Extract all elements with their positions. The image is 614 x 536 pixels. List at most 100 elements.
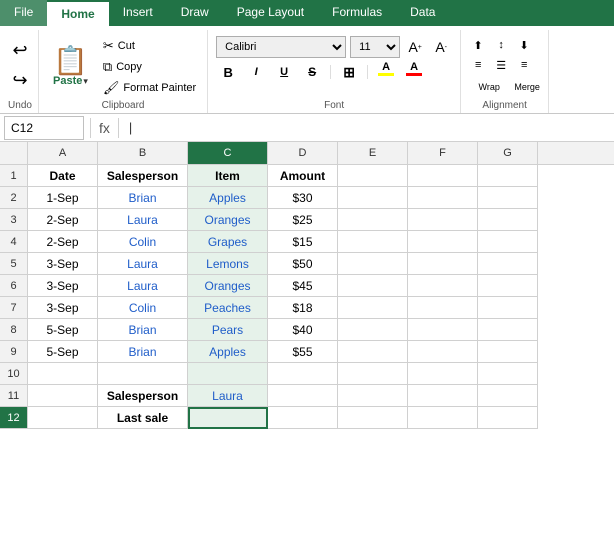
- cell-d11[interactable]: [268, 385, 338, 407]
- tab-home[interactable]: Home: [47, 0, 108, 26]
- row-header-3[interactable]: 3: [0, 209, 28, 231]
- font-name-select[interactable]: Calibri: [216, 36, 346, 58]
- cell-c10[interactable]: [188, 363, 268, 385]
- cell-f9[interactable]: [408, 341, 478, 363]
- paste-button[interactable]: 📋 Paste ▾: [47, 43, 94, 91]
- cell-a1[interactable]: Date: [28, 165, 98, 187]
- cell-c9[interactable]: Apples: [188, 341, 268, 363]
- undo-button[interactable]: ↩: [6, 36, 34, 64]
- cell-e4[interactable]: [338, 231, 408, 253]
- cell-c6[interactable]: Oranges: [188, 275, 268, 297]
- cell-b3[interactable]: Laura: [98, 209, 188, 231]
- cell-c11[interactable]: Laura: [188, 385, 268, 407]
- cut-button[interactable]: ✂ Cut: [100, 36, 199, 56]
- cell-a2[interactable]: 1-Sep: [28, 187, 98, 209]
- tab-formulas[interactable]: Formulas: [318, 0, 396, 26]
- align-middle-button[interactable]: ↕: [490, 36, 512, 54]
- cell-g9[interactable]: [478, 341, 538, 363]
- cell-g2[interactable]: [478, 187, 538, 209]
- cell-e6[interactable]: [338, 275, 408, 297]
- cell-g8[interactable]: [478, 319, 538, 341]
- col-header-f[interactable]: F: [408, 142, 478, 164]
- tab-insert[interactable]: Insert: [109, 0, 167, 26]
- col-header-c[interactable]: C: [188, 142, 268, 164]
- cell-c5[interactable]: Lemons: [188, 253, 268, 275]
- font-shrink-button[interactable]: A-: [430, 36, 452, 58]
- italic-button[interactable]: I: [244, 61, 268, 83]
- formula-input[interactable]: [140, 116, 614, 140]
- name-box[interactable]: C12: [4, 116, 84, 140]
- cell-c2[interactable]: Apples: [188, 187, 268, 209]
- cell-a11[interactable]: [28, 385, 98, 407]
- align-left-button[interactable]: ≡: [467, 56, 489, 74]
- cell-a3[interactable]: 2-Sep: [28, 209, 98, 231]
- cell-c1[interactable]: Item: [188, 165, 268, 187]
- format-painter-button[interactable]: 🖌 Format Painter: [100, 78, 199, 98]
- cell-b6[interactable]: Laura: [98, 275, 188, 297]
- cell-f2[interactable]: [408, 187, 478, 209]
- tab-page-layout[interactable]: Page Layout: [223, 0, 318, 26]
- cell-a5[interactable]: 3-Sep: [28, 253, 98, 275]
- highlight-color-button[interactable]: A: [374, 61, 398, 83]
- cell-g11[interactable]: [478, 385, 538, 407]
- underline-button[interactable]: U: [272, 61, 296, 83]
- cell-e5[interactable]: [338, 253, 408, 275]
- row-header-6[interactable]: 6: [0, 275, 28, 297]
- cell-f3[interactable]: [408, 209, 478, 231]
- fx-button[interactable]: fx: [93, 120, 116, 136]
- cell-g4[interactable]: [478, 231, 538, 253]
- cell-a9[interactable]: 5-Sep: [28, 341, 98, 363]
- align-bottom-button[interactable]: ⬇: [513, 36, 535, 54]
- row-header-11[interactable]: 11: [0, 385, 28, 407]
- cell-b9[interactable]: Brian: [98, 341, 188, 363]
- align-right-button[interactable]: ≡: [513, 56, 535, 74]
- row-header-7[interactable]: 7: [0, 297, 28, 319]
- cell-e12[interactable]: [338, 407, 408, 429]
- cell-d2[interactable]: $30: [268, 187, 338, 209]
- tab-file[interactable]: File: [0, 0, 47, 26]
- align-center-button[interactable]: ☰: [490, 56, 512, 74]
- cell-b7[interactable]: Colin: [98, 297, 188, 319]
- wrap-text-button[interactable]: Wrap: [467, 78, 511, 96]
- cell-f10[interactable]: [408, 363, 478, 385]
- copy-button[interactable]: ⧉ Copy: [100, 57, 199, 77]
- cell-a12[interactable]: [28, 407, 98, 429]
- cell-b5[interactable]: Laura: [98, 253, 188, 275]
- col-header-b[interactable]: B: [98, 142, 188, 164]
- cell-a7[interactable]: 3-Sep: [28, 297, 98, 319]
- cell-d5[interactable]: $50: [268, 253, 338, 275]
- cell-e8[interactable]: [338, 319, 408, 341]
- redo-button[interactable]: ↪: [6, 66, 34, 94]
- cell-f1[interactable]: [408, 165, 478, 187]
- cell-g3[interactable]: [478, 209, 538, 231]
- cell-e10[interactable]: [338, 363, 408, 385]
- merge-button[interactable]: Merge: [512, 78, 542, 96]
- cell-b10[interactable]: [98, 363, 188, 385]
- row-header-4[interactable]: 4: [0, 231, 28, 253]
- cell-d10[interactable]: [268, 363, 338, 385]
- cell-g6[interactable]: [478, 275, 538, 297]
- cell-e3[interactable]: [338, 209, 408, 231]
- cell-e1[interactable]: [338, 165, 408, 187]
- cell-a4[interactable]: 2-Sep: [28, 231, 98, 253]
- font-color-button[interactable]: A: [402, 61, 426, 83]
- row-header-1[interactable]: 1: [0, 165, 28, 187]
- row-header-2[interactable]: 2: [0, 187, 28, 209]
- cell-d4[interactable]: $15: [268, 231, 338, 253]
- cell-a10[interactable]: [28, 363, 98, 385]
- cell-d8[interactable]: $40: [268, 319, 338, 341]
- cell-b4[interactable]: Colin: [98, 231, 188, 253]
- cell-c7[interactable]: Peaches: [188, 297, 268, 319]
- cell-g10[interactable]: [478, 363, 538, 385]
- cell-c4[interactable]: Grapes: [188, 231, 268, 253]
- cell-d1[interactable]: Amount: [268, 165, 338, 187]
- cell-d6[interactable]: $45: [268, 275, 338, 297]
- cell-g12[interactable]: [478, 407, 538, 429]
- row-header-5[interactable]: 5: [0, 253, 28, 275]
- cell-c3[interactable]: Oranges: [188, 209, 268, 231]
- strikethrough-button[interactable]: S: [300, 61, 324, 83]
- cell-e9[interactable]: [338, 341, 408, 363]
- bold-button[interactable]: B: [216, 61, 240, 83]
- cell-f7[interactable]: [408, 297, 478, 319]
- cell-f5[interactable]: [408, 253, 478, 275]
